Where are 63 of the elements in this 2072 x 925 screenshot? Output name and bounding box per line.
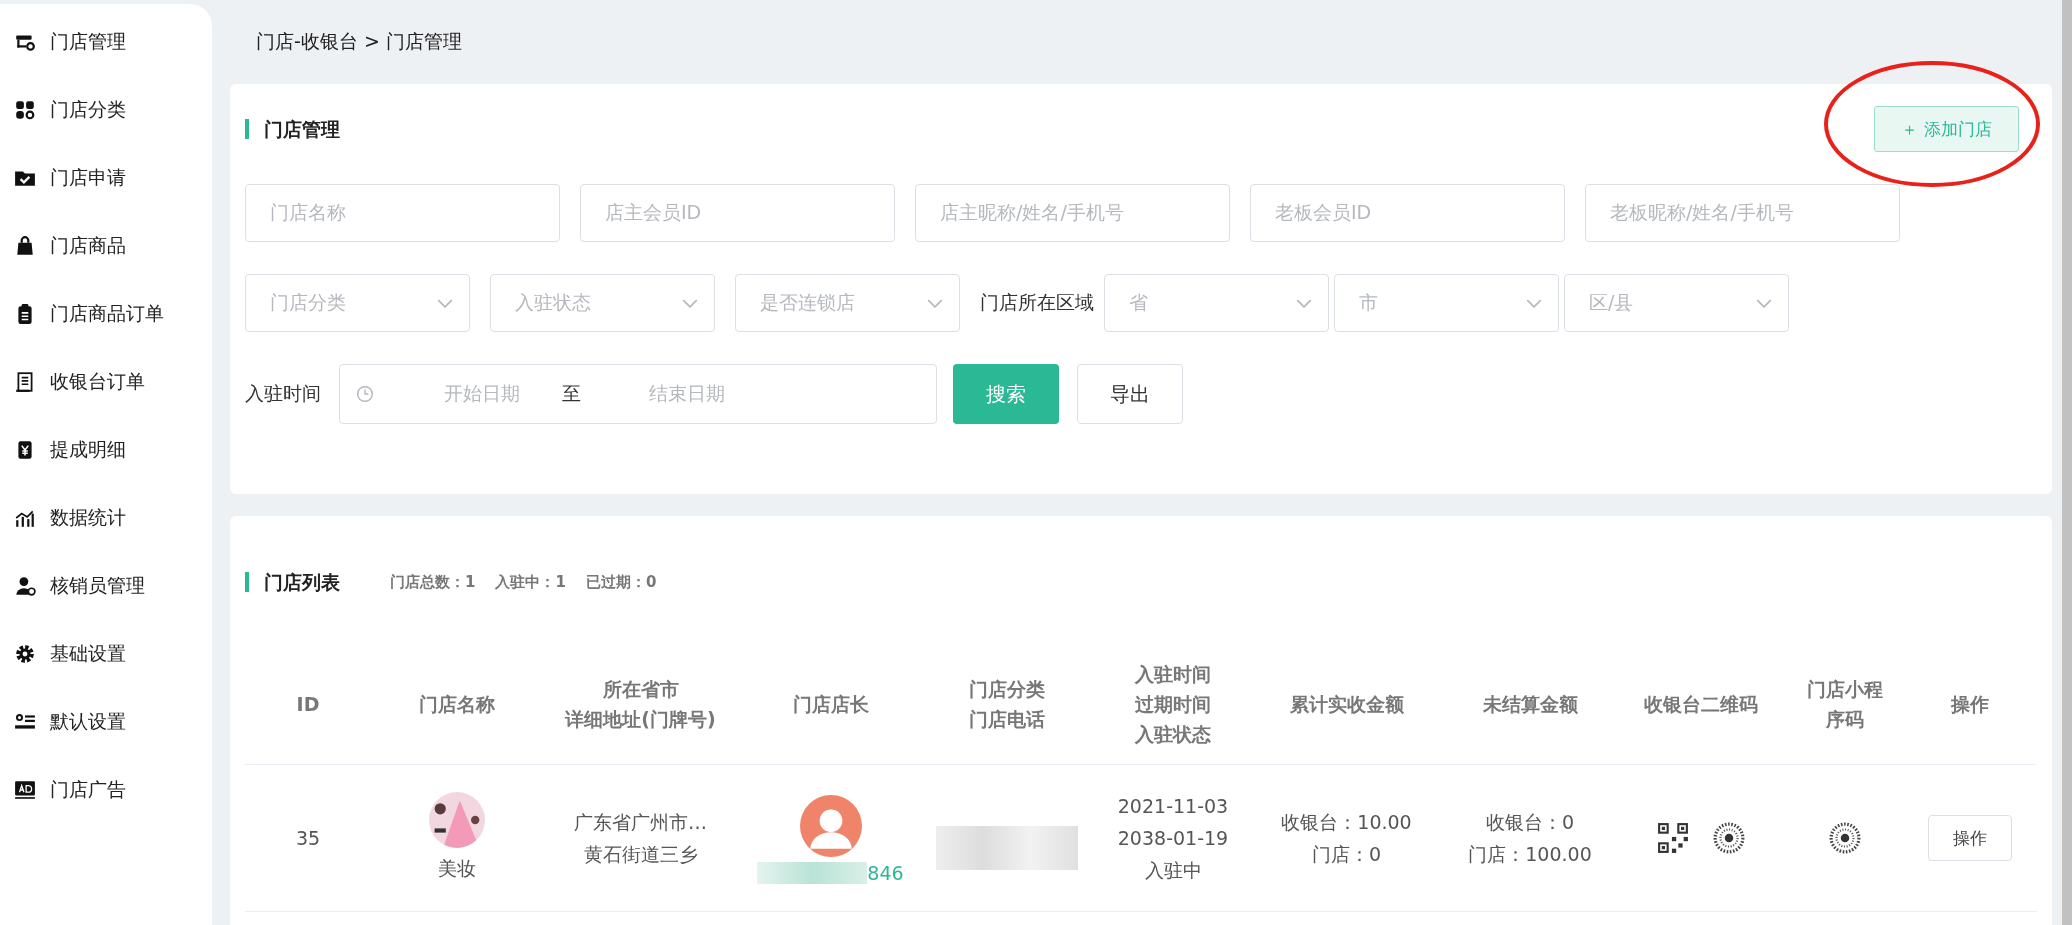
section-title: 门店列表 bbox=[245, 572, 340, 592]
chevron-down-icon bbox=[927, 298, 943, 308]
sidebar-item[interactable]: 门店申请 bbox=[0, 144, 212, 212]
column-header: 未结算金额 bbox=[1481, 692, 1579, 717]
sidebar-item[interactable]: 核销员管理 bbox=[0, 552, 212, 620]
column-header: ID bbox=[295, 692, 321, 717]
column-header: 入驻时间 过期时间 入驻状态 bbox=[1133, 662, 1212, 747]
date-label: 入驻时间 bbox=[245, 381, 321, 406]
sidebar-item[interactable]: 门店广告 bbox=[0, 756, 212, 824]
table-cell-text: 收银台：0 bbox=[1485, 810, 1575, 835]
export-button[interactable]: 导出 bbox=[1077, 364, 1183, 424]
sidebar-item[interactable]: 门店分类 bbox=[0, 76, 212, 144]
table-cell-text: 2038-01-19 bbox=[1117, 826, 1229, 851]
scrollbar[interactable] bbox=[2062, 0, 2072, 925]
mini-program-code-icon[interactable] bbox=[1829, 822, 1861, 854]
sidebar-item[interactable]: 收银台订单 bbox=[0, 348, 212, 416]
table-cell-text: 美妆 bbox=[438, 856, 476, 881]
table-cell-text: 广东省广州市… bbox=[574, 810, 707, 835]
qr-code-icon[interactable] bbox=[1657, 822, 1689, 854]
column-header: 门店小程 序码 bbox=[1806, 677, 1884, 732]
chevron-down-icon bbox=[1526, 298, 1542, 308]
section-title: 门店管理 bbox=[245, 119, 340, 139]
column-header: 门店分类 门店电话 bbox=[968, 677, 1046, 732]
chevron-down-icon bbox=[437, 298, 453, 308]
column-header: 累计实收金额 bbox=[1288, 692, 1405, 717]
avatar-icon bbox=[799, 795, 862, 857]
chevron-down-icon bbox=[1296, 298, 1312, 308]
region-label: 门店所在区域 bbox=[980, 290, 1094, 315]
sidebar-item[interactable]: 基础设置 bbox=[0, 620, 212, 688]
sidebar-item[interactable]: 提成明细 bbox=[0, 416, 212, 484]
chevron-down-icon bbox=[1756, 298, 1772, 308]
stat-text: 入驻中：1 bbox=[495, 572, 566, 592]
clock-icon bbox=[356, 385, 374, 403]
user-icon bbox=[14, 575, 36, 597]
stat-text: 已过期：0 bbox=[585, 572, 657, 592]
stat-text: 门店总数：1 bbox=[390, 572, 476, 592]
column-header: 所在省市 详细地址(门牌号) bbox=[563, 677, 717, 732]
gear-icon bbox=[14, 643, 36, 665]
action-button[interactable]: 操作 bbox=[1928, 815, 2012, 861]
breadcrumb: 门店-收银台 > 门店管理 bbox=[255, 29, 463, 54]
table-cell-text: 门店：100.00 bbox=[1468, 842, 1592, 867]
table-cell-text: 门店：0 bbox=[1311, 842, 1382, 867]
ad-icon bbox=[14, 779, 36, 801]
sidebar-item[interactable]: 门店管理 bbox=[0, 8, 212, 76]
sidebar-item[interactable]: 门店商品订单 bbox=[0, 280, 212, 348]
table-cell-text: 入驻中 bbox=[1144, 858, 1202, 883]
table-cell-text: 2021-11-03 bbox=[1117, 794, 1229, 819]
column-header: 门店店长 bbox=[791, 692, 870, 717]
phone-number: 846 bbox=[867, 861, 904, 886]
table-cell-text: 黄石街道三乡 bbox=[583, 842, 698, 867]
bag-icon bbox=[14, 235, 36, 257]
grid-icon bbox=[14, 99, 36, 121]
sidebar-item[interactable]: 数据统计 bbox=[0, 484, 212, 552]
sidebar-item[interactable]: 门店商品 bbox=[0, 212, 212, 280]
date-range-field[interactable]: 开始日期 至 结束日期 bbox=[339, 364, 937, 424]
table-cell-text: 35 bbox=[295, 826, 321, 851]
table-cell-text: 收银台：10.00 bbox=[1281, 810, 1412, 835]
mini-program-code-icon[interactable] bbox=[1713, 822, 1745, 854]
column-header: 操作 bbox=[1949, 692, 1990, 717]
sidebar-item[interactable]: 默认设置 bbox=[0, 688, 212, 756]
chevron-down-icon bbox=[682, 298, 698, 308]
column-header: 门店名称 bbox=[418, 692, 496, 717]
column-header: 收银台二维码 bbox=[1643, 692, 1759, 717]
